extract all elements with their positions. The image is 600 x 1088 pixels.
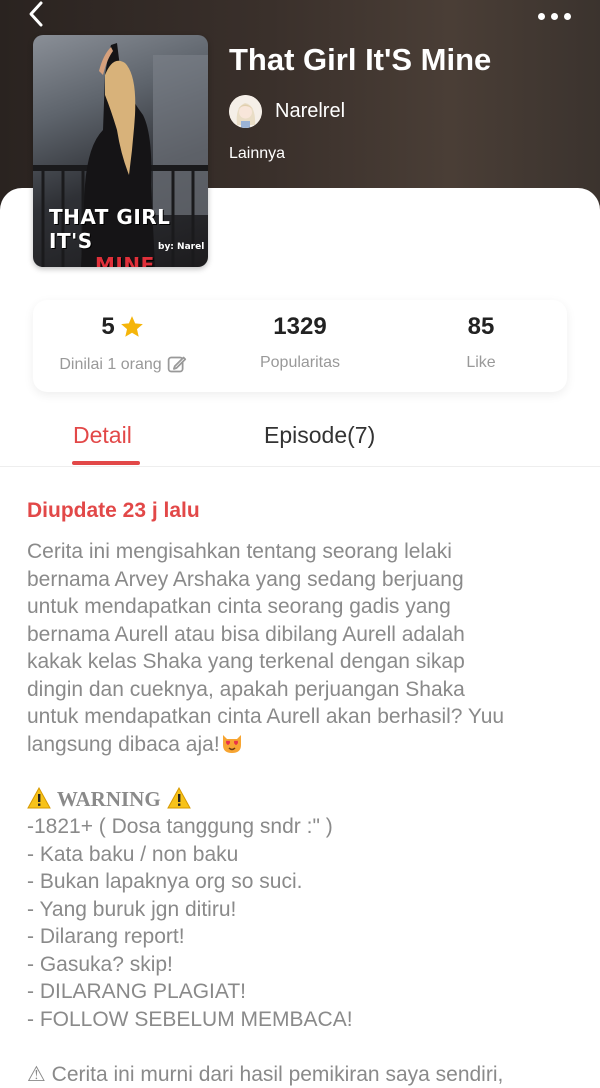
description-line: kakak kelas Shaka yang terkenal dengan s… — [27, 650, 465, 673]
cover-title-line2: MINE — [95, 253, 155, 267]
rating-stat[interactable]: 5 Dinilai 1 orang — [33, 312, 213, 375]
warning-item: - Dilarang report! — [27, 925, 185, 948]
description-line-last: langsung dibaca aja! — [27, 731, 587, 759]
description-line: bernama Arvey Arshaka yang sedang berjua… — [27, 567, 464, 591]
cover-title-text: THAT GIRL IT'S MINE — [49, 205, 208, 267]
heart-eyes-cat-icon — [220, 731, 244, 755]
author-row[interactable]: Narelrel — [229, 95, 345, 128]
more-dots-icon — [537, 12, 545, 20]
more-dot — [550, 12, 558, 20]
description: Cerita ini mengisahkan tentang seorang l… — [27, 538, 587, 1088]
tab-bar: Detail Episode(7) — [0, 405, 600, 467]
likes-stat[interactable]: 85 Like — [391, 312, 571, 372]
more-dot — [563, 12, 571, 20]
active-tab-indicator — [72, 461, 140, 465]
tab-episode[interactable]: Episode(7) — [264, 422, 375, 449]
warning-heading: WARNING — [27, 786, 587, 814]
rating-label: Dinilai 1 orang — [59, 355, 162, 373]
star-icon — [119, 314, 145, 340]
book-title: That Girl It'S Mine — [229, 42, 492, 77]
stats-card: 5 Dinilai 1 orang 1329 Popularitas 85 Li… — [33, 300, 567, 392]
cover-title-line1: THAT GIRL IT'S — [49, 205, 171, 253]
back-button[interactable] — [22, 0, 52, 30]
avatar-illustration — [229, 95, 262, 128]
description-line-text: langsung dibaca aja! — [27, 732, 220, 756]
footer-note: ⚠ Cerita ini murni dari hasil pemikiran … — [27, 1062, 504, 1086]
warning-item: - Bukan lapaknya org so suci. — [27, 870, 303, 893]
popularity-stat: 1329 Popularitas — [210, 312, 390, 372]
warning-item: - FOLLOW SEBELUM MEMBACA! — [27, 1007, 353, 1031]
description-line: untuk mendapatkan cinta Aurell akan berh… — [27, 705, 505, 728]
author-avatar[interactable] — [229, 95, 262, 128]
likes-value: 85 — [467, 313, 495, 340]
warning-item: -1821+ ( Dosa tanggung sndr :" ) — [27, 815, 333, 838]
cover-byline: by: Narel — [158, 242, 205, 252]
description-line: Cerita ini mengisahkan tentang seorang l… — [27, 540, 452, 563]
chevron-left-icon — [29, 1, 43, 27]
warning-item: - Kata baku / non baku — [27, 842, 239, 866]
likes-label: Like — [466, 354, 496, 371]
warning-icon — [166, 786, 191, 809]
more-options-button[interactable] — [532, 6, 576, 26]
warning-item: - DILARANG PLAGIAT! — [27, 980, 246, 1003]
warning-item: - Yang buruk jgn ditiru! — [27, 897, 237, 921]
description-line: dingin dan cueknya, apakah perjuangan Sh… — [27, 677, 465, 701]
popularity-value: 1329 — [273, 313, 327, 340]
updated-label: Diupdate 23 j lalu — [27, 499, 200, 522]
detail-content: Diupdate 23 j lalu Cerita ini mengisahka… — [27, 496, 587, 1088]
warning-title: WARNING — [56, 786, 161, 811]
popularity-label: Popularitas — [259, 354, 341, 371]
description-line: untuk mendapatkan cinta seorang gadis ya… — [27, 595, 451, 618]
tab-detail[interactable]: Detail — [73, 422, 132, 449]
book-cover[interactable]: THAT GIRL IT'S MINE by: Narel — [33, 35, 208, 267]
author-name[interactable]: Narelrel — [275, 100, 345, 123]
edit-rating-icon[interactable] — [166, 354, 187, 375]
warning-icon — [27, 786, 51, 809]
warning-item: - Gasuka? skip! — [27, 952, 173, 976]
description-line: bernama Aurell atau bisa dibilang Aurell… — [27, 622, 465, 646]
category-label[interactable]: Lainnya — [229, 145, 285, 163]
rating-value: 5 — [101, 313, 115, 340]
